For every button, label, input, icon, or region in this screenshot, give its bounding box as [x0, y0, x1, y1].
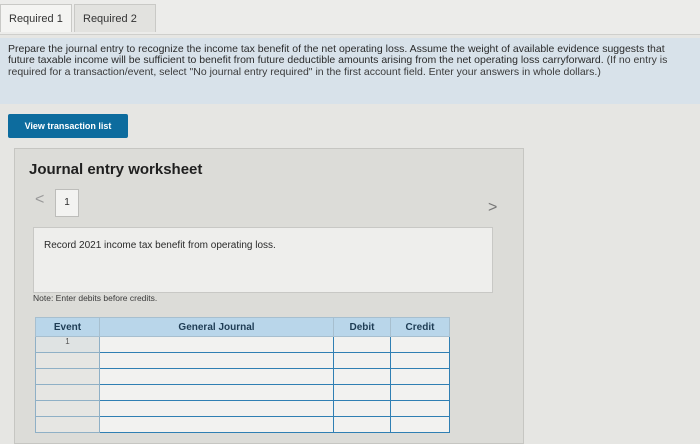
instructions-text: Prepare the journal entry to recognize t… [8, 43, 665, 67]
account-select[interactable] [99, 352, 334, 369]
credit-input[interactable] [390, 400, 450, 417]
debit-header: Debit [333, 317, 391, 337]
account-select[interactable] [99, 336, 334, 353]
debit-input[interactable] [333, 400, 391, 417]
general-journal-header: General Journal [99, 317, 334, 337]
table-row [35, 384, 450, 401]
account-select[interactable] [99, 384, 334, 401]
account-select[interactable] [99, 416, 334, 433]
credit-input[interactable] [390, 368, 450, 385]
tab-required-1[interactable]: Required 1 [0, 4, 72, 32]
debit-input[interactable] [333, 384, 391, 401]
record-description-box: Record 2021 income tax benefit from oper… [33, 227, 493, 293]
table-row [35, 416, 450, 433]
view-transaction-list-button[interactable]: View transaction list [8, 114, 128, 138]
tab-bar: Required 1 Required 2 [0, 0, 700, 35]
journal-table: Event General Journal Debit Credit 1 [35, 317, 450, 433]
event-number: 1 [35, 336, 100, 353]
event-cell-empty [35, 352, 100, 369]
table-row: 1 [35, 336, 450, 353]
journal-entry-worksheet: Journal entry worksheet < 1 > Record 202… [14, 148, 524, 444]
page-number[interactable]: 1 [55, 189, 79, 217]
journal-header-row: Event General Journal Debit Credit [35, 317, 450, 337]
event-header: Event [35, 317, 100, 337]
credit-input[interactable] [390, 336, 450, 353]
table-row [35, 352, 450, 369]
account-select[interactable] [99, 400, 334, 417]
credit-input[interactable] [390, 384, 450, 401]
debit-input[interactable] [333, 368, 391, 385]
event-cell-empty [35, 400, 100, 417]
worksheet-title: Journal entry worksheet [29, 161, 203, 178]
debits-credits-note: Note: Enter debits before credits. [33, 293, 158, 303]
chevron-left-icon[interactable]: < [35, 191, 44, 209]
credit-header: Credit [390, 317, 450, 337]
debit-input[interactable] [333, 416, 391, 433]
debit-input[interactable] [333, 352, 391, 369]
credit-input[interactable] [390, 416, 450, 433]
event-cell-empty [35, 368, 100, 385]
account-select[interactable] [99, 368, 334, 385]
table-row [35, 368, 450, 385]
debit-input[interactable] [333, 336, 391, 353]
event-cell-empty [35, 384, 100, 401]
record-description: Record 2021 income tax benefit from oper… [44, 240, 276, 251]
table-row [35, 400, 450, 417]
chevron-right-icon[interactable]: > [488, 199, 497, 217]
event-cell-empty [35, 416, 100, 433]
credit-input[interactable] [390, 352, 450, 369]
instructions-panel: Prepare the journal entry to recognize t… [0, 38, 700, 104]
tab-required-2[interactable]: Required 2 [74, 4, 156, 32]
